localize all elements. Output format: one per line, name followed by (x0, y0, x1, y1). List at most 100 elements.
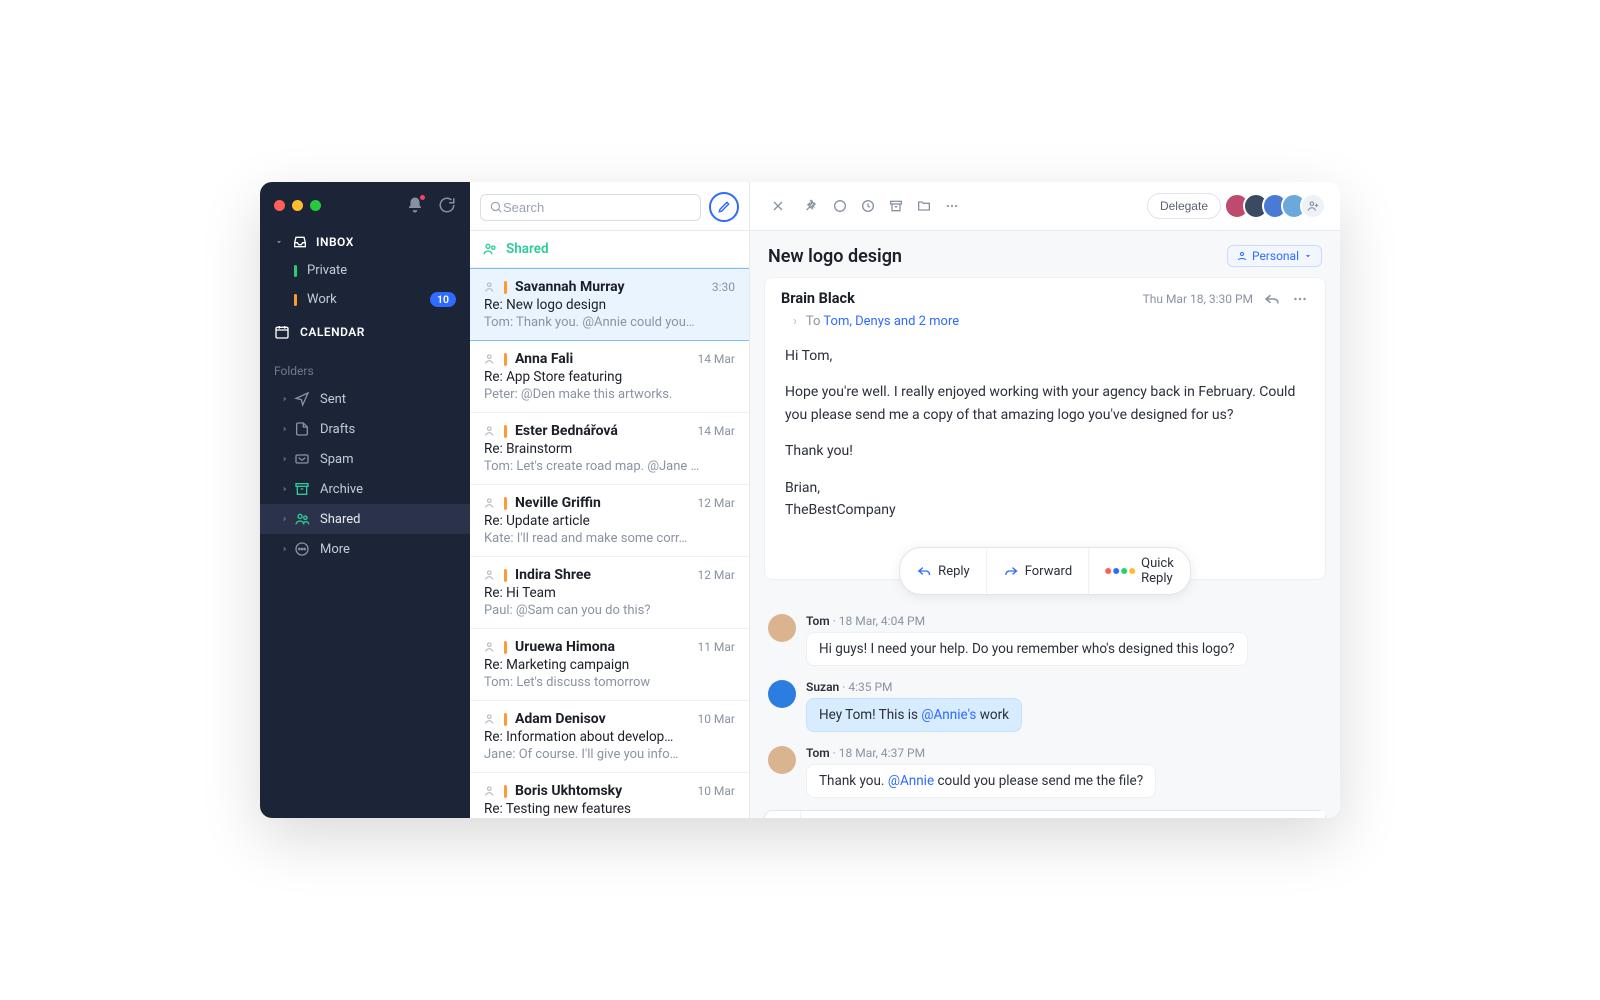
priority-bar (504, 281, 507, 294)
body-line: Hope you're well. I really enjoyed worki… (785, 381, 1305, 426)
thread-item[interactable]: Anna Fali 14 Mar Re: App Store featuring… (470, 341, 749, 413)
attach-button[interactable] (765, 811, 801, 818)
sync-button[interactable] (438, 196, 456, 214)
pin-button[interactable] (798, 192, 826, 220)
priority-bar (504, 785, 507, 798)
calendar-label: CALENDAR (300, 325, 365, 339)
detail-toolbar: Delegate (750, 182, 1340, 231)
compose-button[interactable] (709, 192, 739, 222)
composer-input[interactable] (801, 811, 1325, 818)
maximize-window-button[interactable] (310, 200, 321, 211)
thread-preview: Tom: Let's discuss tomorrow (484, 675, 735, 690)
mention[interactable]: @Annie's (921, 707, 976, 723)
color-bar (294, 265, 297, 277)
action-label: Forward (1025, 564, 1072, 579)
search-input[interactable] (503, 200, 692, 215)
sidebar-item-archive[interactable]: Archive (260, 474, 470, 504)
recipients-row[interactable]: › To Tom, Denys and 2 more (765, 314, 1325, 337)
thread-item[interactable]: Boris Ukhtomsky 10 Mar Re: Testing new f… (470, 773, 749, 818)
sidebar-item-more[interactable]: More (260, 534, 470, 564)
message-timestamp: Thu Mar 18, 3:30 PM (1143, 292, 1253, 306)
user-plus-icon (1306, 199, 1320, 213)
priority-bar (504, 713, 507, 726)
thread-item[interactable]: Ester Bednářová 14 Mar Re: Brainstorm To… (470, 413, 749, 485)
recipients-link[interactable]: Tom, Denys and 2 more (823, 314, 959, 329)
thread-item[interactable]: Neville Griffin 12 Mar Re: Update articl… (470, 485, 749, 557)
comment-bubble: Hey Tom! This is @Annie's work (806, 698, 1022, 732)
pin-icon (804, 198, 820, 214)
reply-arrow-icon (1263, 290, 1281, 308)
action-label: Reply (938, 564, 970, 579)
more-actions-button[interactable] (938, 192, 966, 220)
snooze-button[interactable] (854, 192, 882, 220)
folder-label: Sent (320, 392, 346, 407)
delegate-button[interactable]: Delegate (1147, 193, 1221, 219)
quick-reply-button[interactable]: Quick Reply (1088, 548, 1190, 594)
comment-item: Tom · 18 Mar, 4:04 PM Hi guys! I need yo… (768, 614, 1322, 666)
archive-icon (888, 198, 904, 214)
thread-subject: Re: New logo design (484, 297, 735, 313)
search-field[interactable] (480, 194, 701, 221)
sender-name: Brain Black (781, 290, 855, 307)
archive-icon (294, 481, 310, 497)
thread-time: 12 Mar (697, 568, 735, 582)
minimize-window-button[interactable] (292, 200, 303, 211)
sidebar-item-private[interactable]: Private (260, 256, 470, 285)
priority-bar (504, 641, 507, 654)
tag-label: Personal (1252, 249, 1299, 263)
sidebar-item-drafts[interactable]: Drafts (260, 414, 470, 444)
notifications-button[interactable] (406, 196, 424, 214)
reply-icon (916, 563, 932, 579)
thread-item[interactable]: Adam Denisov 10 Mar Re: Information abou… (470, 701, 749, 773)
thread-item[interactable]: Savannah Murray 3:30 Re: New logo design… (470, 268, 749, 341)
thread-subject: Re: Brainstorm (484, 441, 735, 457)
thread-sender: Uruewa Himona (515, 639, 615, 655)
priority-bar (504, 353, 507, 366)
mention[interactable]: @Annie (888, 773, 934, 789)
close-button[interactable] (764, 192, 792, 220)
thread-list[interactable]: Savannah Murray 3:30 Re: New logo design… (470, 268, 749, 818)
thread-sender: Neville Griffin (515, 495, 601, 511)
add-participant-button[interactable] (1300, 193, 1326, 219)
folder-label: Shared (320, 512, 360, 527)
reply-icon-button[interactable] (1263, 290, 1281, 308)
thread-list-pane: Shared Savannah Murray 3:30 Re: New logo… (470, 182, 750, 818)
archive-button[interactable] (882, 192, 910, 220)
pencil-icon (717, 200, 731, 214)
thread-preview: Jane: Of course. I'll give you info… (484, 747, 735, 762)
message-more-button[interactable] (1291, 290, 1309, 308)
thread-preview: Paul: @Sam can you do this? (484, 603, 735, 618)
sidebar-item-work[interactable]: Work 10 (260, 285, 470, 314)
avatar (768, 680, 796, 708)
mark-button[interactable] (826, 192, 854, 220)
thread-subject: Re: Information about develop… (484, 729, 735, 745)
thread-preview: Peter: @Den make this artworks. (484, 387, 735, 402)
nav-label: Work (307, 292, 337, 307)
people-icon (484, 280, 498, 294)
thread-item[interactable]: Indira Shree 12 Mar Re: Hi Team Paul: @S… (470, 557, 749, 629)
body-line: Hi Tom, (785, 345, 1305, 367)
chevron-down-icon (274, 237, 284, 247)
people-icon (484, 784, 498, 798)
sidebar-item-calendar[interactable]: CALENDAR (260, 314, 470, 350)
close-window-button[interactable] (274, 200, 285, 211)
shared-icon (482, 241, 498, 257)
thread-item[interactable]: Uruewa Himona 11 Mar Re: Marketing campa… (470, 629, 749, 701)
inbox-section[interactable]: INBOX (260, 224, 470, 256)
nav-label: Private (307, 263, 347, 278)
detail-pane: Delegate New logo design Personal Brain … (750, 182, 1340, 818)
list-toolbar (470, 182, 749, 231)
comment-meta: Suzan · 4:35 PM (806, 680, 1022, 694)
move-button[interactable] (910, 192, 938, 220)
reply-button[interactable]: Reply (900, 548, 986, 594)
message-header: Brain Black Thu Mar 18, 3:30 PM (765, 278, 1325, 314)
tag-chip[interactable]: Personal (1227, 245, 1322, 267)
sidebar-item-spam[interactable]: Spam (260, 444, 470, 474)
sidebar-item-sent[interactable]: Sent (260, 384, 470, 414)
thread-title: New logo design (768, 246, 902, 267)
sidebar-item-shared[interactable]: Shared (260, 504, 470, 534)
forward-button[interactable]: Forward (986, 548, 1088, 594)
folder-label: Drafts (320, 422, 355, 437)
quick-reply-icon (1105, 568, 1135, 574)
dots-icon (1291, 290, 1309, 308)
